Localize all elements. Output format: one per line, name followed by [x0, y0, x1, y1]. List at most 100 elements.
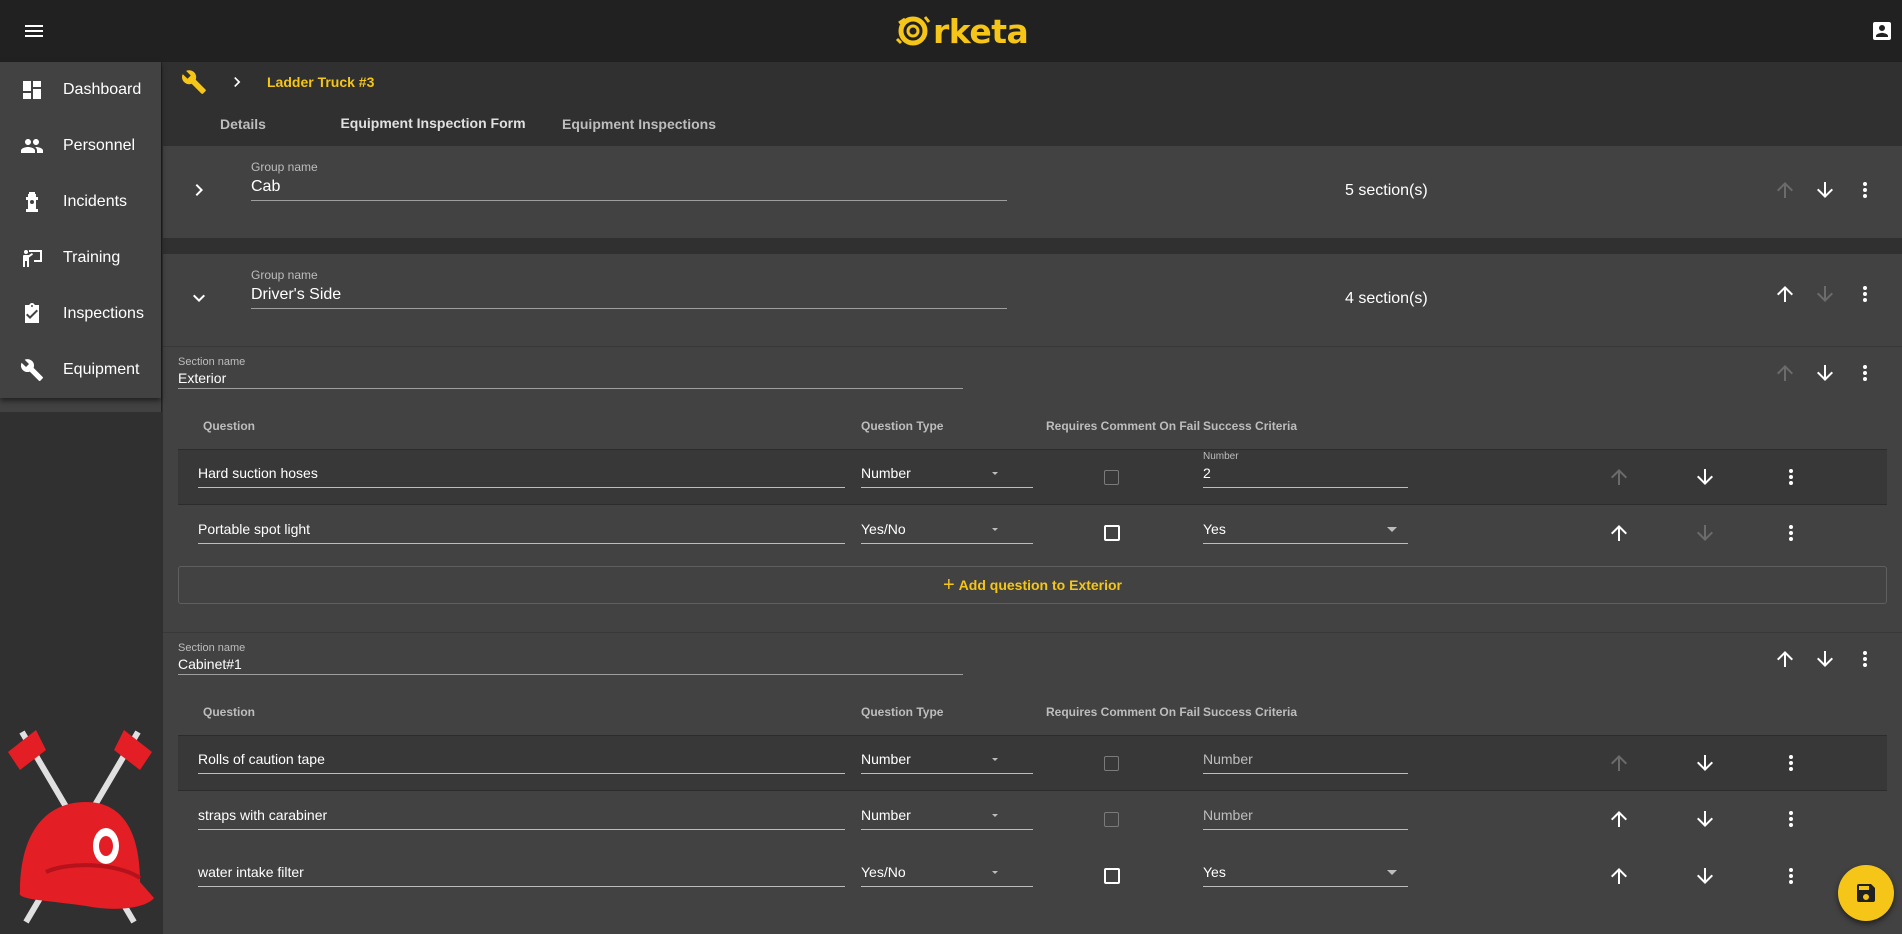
question-type-select[interactable]: Number — [861, 465, 911, 481]
arrow-down-icon[interactable] — [1693, 465, 1717, 489]
arrow-up-icon[interactable] — [1773, 647, 1797, 671]
menu-icon[interactable] — [22, 19, 46, 43]
arrow-down-icon[interactable] — [1693, 807, 1717, 831]
criteria-field-label: Number — [1203, 451, 1239, 462]
arrow-up-icon[interactable] — [1607, 807, 1631, 831]
account-icon[interactable] — [1870, 19, 1894, 43]
sidebar-item-label: Training — [63, 249, 121, 266]
sidebar-nav: Dashboard Personnel Incidents Training I… — [0, 62, 161, 398]
group-panel-drivers-side: Group name Driver's Side 4 section(s) — [163, 254, 1902, 346]
input-underline — [251, 200, 1007, 201]
arrow-down-icon[interactable] — [1813, 647, 1837, 671]
group-name-input[interactable]: Driver's Side — [251, 286, 341, 304]
requires-comment-checkbox[interactable] — [1104, 470, 1119, 485]
input-underline — [1203, 829, 1408, 830]
breadcrumb-current[interactable]: Ladder Truck #3 — [267, 74, 374, 90]
arrow-up-icon[interactable] — [1607, 465, 1631, 489]
question-type-select[interactable]: Yes/No — [861, 521, 906, 537]
add-question-label: Add question to Exterior — [958, 577, 1123, 593]
question-type-select[interactable]: Yes/No — [861, 864, 906, 880]
requires-comment-checkbox[interactable] — [1104, 525, 1120, 541]
question-text-input[interactable]: Rolls of caution tape — [198, 751, 325, 767]
requires-comment-checkbox[interactable] — [1104, 812, 1119, 827]
arrow-up-icon[interactable] — [1773, 178, 1797, 202]
more-vert-icon[interactable] — [1853, 282, 1877, 306]
more-vert-icon[interactable] — [1779, 521, 1803, 545]
input-underline — [198, 543, 845, 544]
question-type-select[interactable]: Number — [861, 751, 911, 767]
top-app-bar: rketa — [0, 0, 1902, 62]
input-underline — [198, 487, 845, 488]
question-row: Rolls of caution tape Number Number — [178, 735, 1887, 791]
question-text-input[interactable]: water intake filter — [198, 864, 304, 880]
tab-details[interactable]: Details — [163, 100, 323, 148]
section-panel-exterior: Section name Exterior Question Question … — [163, 346, 1902, 632]
arrow-down-icon[interactable] — [1693, 751, 1717, 775]
success-criteria-select[interactable]: Yes — [1203, 521, 1226, 537]
dropdown-arrow-icon — [1387, 527, 1397, 532]
section-name-input[interactable]: Exterior — [178, 370, 226, 386]
more-vert-icon[interactable] — [1853, 361, 1877, 385]
app-logo[interactable]: rketa — [895, 9, 1029, 53]
input-underline — [178, 388, 963, 389]
breadcrumb: Ladder Truck #3 — [163, 62, 1902, 102]
section-name-input[interactable]: Cabinet#1 — [178, 656, 242, 672]
arrow-down-icon[interactable] — [1693, 521, 1717, 545]
more-vert-icon[interactable] — [1853, 178, 1877, 202]
success-criteria-select[interactable]: Yes — [1203, 864, 1226, 880]
more-vert-icon[interactable] — [1779, 807, 1803, 831]
more-vert-icon[interactable] — [1853, 647, 1877, 671]
requires-comment-checkbox[interactable] — [1104, 868, 1120, 884]
inspection-icon — [25, 303, 39, 323]
section-count: 4 section(s) — [1345, 290, 1428, 307]
logo-o-icon — [895, 16, 931, 46]
input-underline — [198, 886, 845, 887]
arrow-up-icon[interactable] — [1607, 864, 1631, 888]
logo-text: rketa — [933, 11, 1029, 51]
wrench-icon[interactable] — [181, 69, 207, 95]
arrow-up-icon[interactable] — [1773, 361, 1797, 385]
tab-equipment-inspection-form[interactable]: Equipment Inspection Form — [323, 100, 543, 148]
sidebar-item-dashboard[interactable]: Dashboard — [0, 62, 161, 118]
save-button[interactable] — [1838, 865, 1894, 921]
plus-icon: + — [942, 573, 955, 596]
question-text-input[interactable]: Portable spot light — [198, 521, 310, 537]
arrow-down-icon[interactable] — [1813, 178, 1837, 202]
chevron-right-icon[interactable] — [187, 178, 211, 202]
sidebar-item-label: Incidents — [63, 193, 128, 210]
arrow-up-icon[interactable] — [1773, 282, 1797, 306]
arrow-down-icon[interactable] — [1693, 864, 1717, 888]
add-question-button[interactable]: + Add question to Exterior — [178, 566, 1887, 604]
success-criteria-input[interactable]: Number — [1203, 751, 1253, 767]
arrow-down-icon[interactable] — [1813, 361, 1837, 385]
more-vert-icon[interactable] — [1779, 864, 1803, 888]
group-name-input[interactable]: Cab — [251, 178, 280, 196]
section-count: 5 section(s) — [1345, 182, 1428, 199]
sidebar-item-personnel[interactable]: Personnel — [0, 118, 161, 174]
tab-equipment-inspections[interactable]: Equipment Inspections — [543, 100, 735, 148]
sidebar-item-training[interactable]: Training — [0, 230, 161, 286]
question-text-input[interactable]: straps with carabiner — [198, 807, 327, 823]
arrow-up-icon[interactable] — [1607, 521, 1631, 545]
more-vert-icon[interactable] — [1779, 465, 1803, 489]
input-underline — [178, 674, 963, 675]
success-criteria-input[interactable]: 2 — [1203, 465, 1211, 481]
arrow-up-icon[interactable] — [1607, 751, 1631, 775]
question-text-input[interactable]: Hard suction hoses — [198, 465, 318, 481]
column-header-success-criteria: Success Criteria — [1203, 419, 1298, 433]
column-header-question-type: Question Type — [861, 705, 944, 719]
sidebar-item-inspections[interactable]: Inspections — [0, 286, 161, 342]
success-criteria-input[interactable]: Number — [1203, 807, 1253, 823]
sidebar-item-equipment[interactable]: Equipment — [0, 342, 161, 398]
arrow-down-icon[interactable] — [1813, 282, 1837, 306]
column-header-question: Question — [203, 705, 256, 719]
requires-comment-checkbox[interactable] — [1104, 756, 1119, 771]
group-panel-cab: Group name Cab 5 section(s) — [163, 146, 1902, 238]
question-type-select[interactable]: Number — [861, 807, 911, 823]
chevron-down-icon[interactable] — [187, 286, 211, 310]
input-underline — [1203, 543, 1408, 544]
input-underline — [251, 308, 1007, 309]
section-panel-cabinet-1: Section name Cabinet#1 Question Question… — [163, 632, 1902, 934]
sidebar-item-incidents[interactable]: Incidents — [0, 174, 161, 230]
more-vert-icon[interactable] — [1779, 751, 1803, 775]
